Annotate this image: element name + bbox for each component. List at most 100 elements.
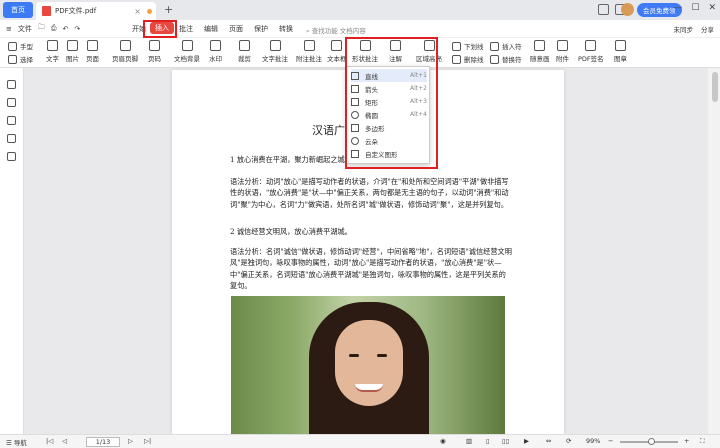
undo-icon[interactable]: ↶ — [62, 25, 68, 33]
image-icon — [67, 40, 78, 51]
zoom-out-icon[interactable]: − — [608, 437, 613, 445]
home-tab[interactable]: 首页 — [3, 2, 33, 18]
zoom-level[interactable]: 99% — [586, 437, 600, 445]
sync-status[interactable]: 未同步 — [674, 24, 694, 34]
crop-tool[interactable]: 裁剪 — [238, 40, 251, 63]
open-icon[interactable]: 🗀 — [38, 23, 45, 34]
paragraph-4: 语法分析：名词"诚信"做状语，修饰动词"经营"，中间省略"地"，名词短语"诚信经… — [230, 247, 512, 290]
double-page-icon[interactable]: ▯▯ — [502, 437, 509, 445]
page-number-tool[interactable]: 页码 — [148, 40, 161, 63]
freehand-tool[interactable]: 随意画 — [530, 40, 550, 63]
page-number-input[interactable]: 1/13 — [86, 437, 120, 447]
signature-icon — [585, 40, 597, 51]
highlight-icon — [423, 40, 435, 51]
tab-start[interactable]: 开始 — [132, 24, 146, 34]
text-annotation-tool[interactable]: 文字批注 — [262, 40, 288, 63]
search-input[interactable]: ⌕ 查找功能 文档内容 — [306, 25, 366, 36]
close-window-icon[interactable]: ✕ — [708, 3, 716, 13]
read-mode-icon[interactable]: ◉ — [440, 437, 446, 445]
page-tool[interactable]: 页面 — [86, 40, 99, 63]
caret-tool[interactable]: 插入符 — [490, 41, 522, 51]
textbox-tool[interactable]: 文本框 — [327, 40, 347, 63]
status-bar: ☰ 导航 |◁ ◁ 1/13 ▷ ▷| ◉ ▥ ▯ ▯▯ ▶ ⇔ ⟳ 99% −… — [0, 434, 720, 448]
menu-icon[interactable]: ≡ — [6, 25, 12, 33]
menu-bar: ≡ 文件 🗀 ⎙ ↶ ↷ 开始 插入 批注 编辑 页面 保护 转换 ⌕ 查找功能… — [0, 20, 720, 38]
fullscreen-icon[interactable]: ⛶ — [700, 437, 705, 446]
image-panel-icon[interactable] — [7, 98, 16, 107]
avatar[interactable] — [621, 3, 634, 16]
split-view-icon[interactable]: ▥ — [466, 437, 472, 445]
tab-insert[interactable]: 插入 — [150, 22, 174, 34]
text-tool[interactable]: 文字 — [46, 40, 59, 63]
pdf-signature-tool[interactable]: PDF签名 — [578, 40, 604, 63]
comment-icon — [390, 40, 401, 51]
attachment-panel-icon[interactable] — [7, 134, 16, 143]
shape-icon — [359, 40, 371, 51]
note-annotation-tool[interactable]: 附注批注 — [296, 40, 322, 63]
layout-icon[interactable] — [598, 4, 609, 15]
shape-rect-item[interactable]: 矩形 Alt+3 — [351, 95, 427, 108]
text-annotation-icon — [269, 40, 281, 51]
shape-cloud-item[interactable]: 云朵 — [351, 134, 427, 147]
underline-tool[interactable]: 下划线 — [452, 41, 484, 51]
new-tab-icon[interactable]: + — [164, 3, 173, 16]
tab-convert[interactable]: 转换 — [279, 24, 293, 34]
header-footer-icon — [119, 40, 131, 51]
first-page-icon[interactable]: |◁ — [46, 437, 53, 445]
tab-protect[interactable]: 保护 — [254, 24, 268, 34]
vertical-scrollbar[interactable] — [708, 68, 720, 434]
comment-tool[interactable]: 注解 — [389, 40, 402, 63]
prev-page-icon[interactable]: ◁ — [62, 437, 67, 445]
shape-polygon-item[interactable]: 多边形 — [351, 121, 427, 134]
arrow-icon — [351, 84, 359, 93]
next-page-icon[interactable]: ▷ — [128, 437, 133, 445]
shape-line-item[interactable]: 直线 Alt+1 — [351, 69, 427, 82]
background-icon — [181, 40, 193, 51]
strikethrough-tool[interactable]: 删除线 — [452, 54, 484, 64]
scroll-thumb[interactable] — [712, 72, 718, 102]
hand-tool[interactable]: 手型 — [8, 41, 33, 51]
close-tab-icon[interactable]: × — [134, 7, 141, 16]
hand-icon — [8, 41, 17, 51]
shape-arrow-item[interactable]: 箭头 Alt+2 — [351, 82, 427, 95]
signature-panel-icon[interactable] — [7, 152, 16, 161]
replace-tool[interactable]: 替换符 — [490, 54, 522, 64]
tab-annotate[interactable]: 批注 — [179, 24, 193, 34]
rotate-icon[interactable]: ⟳ — [566, 437, 571, 445]
print-icon[interactable]: ⎙ — [51, 24, 57, 33]
stamp-tool[interactable]: 图章 — [614, 40, 627, 63]
area-highlight-tool[interactable]: 区域高亮 — [416, 40, 442, 63]
header-footer-tool[interactable]: 页眉页脚 — [112, 40, 138, 63]
page-number-icon — [149, 40, 160, 51]
single-page-icon[interactable]: ▯ — [486, 437, 490, 445]
search-content[interactable]: 文档内容 — [340, 27, 366, 35]
fit-width-icon[interactable]: ⇔ — [546, 437, 551, 445]
share-button[interactable]: 分享 — [701, 24, 714, 34]
play-icon[interactable]: ▶ — [524, 437, 529, 445]
file-menu[interactable]: 文件 — [18, 24, 32, 34]
maximize-icon[interactable]: ☐ — [691, 3, 699, 13]
tab-page[interactable]: 页面 — [229, 24, 243, 34]
zoom-in-icon[interactable]: + — [684, 437, 689, 445]
ellipse-icon — [351, 110, 359, 119]
select-tool[interactable]: 选择 — [8, 54, 33, 64]
tab-edit[interactable]: 编辑 — [204, 24, 218, 34]
minimize-icon[interactable]: — — [673, 3, 682, 13]
shape-ellipse-item[interactable]: 椭圆 Alt+4 — [351, 108, 427, 121]
stamp-icon — [615, 40, 626, 51]
watermark-tool[interactable]: 水印 — [209, 40, 222, 63]
image-tool[interactable]: 图片 — [66, 40, 79, 63]
shape-custom-item[interactable]: 自定义图形 — [351, 147, 427, 160]
document-tab[interactable]: PDF文件.pdf × — [36, 2, 156, 20]
attachment-tool[interactable]: 附件 — [556, 40, 569, 63]
portrait-photo — [231, 296, 505, 434]
thumbnail-icon[interactable] — [7, 80, 16, 89]
background-tool[interactable]: 文档背景 — [174, 40, 200, 63]
nav-toggle[interactable]: ☰ 导航 — [6, 437, 27, 447]
last-page-icon[interactable]: ▷| — [144, 437, 151, 445]
zoom-slider-handle[interactable] — [648, 438, 655, 445]
shape-annotation-tool[interactable]: 形状批注 — [352, 40, 378, 63]
redo-icon[interactable]: ↷ — [74, 25, 80, 33]
comment-panel-icon[interactable] — [7, 116, 16, 125]
line-icon — [351, 71, 359, 80]
